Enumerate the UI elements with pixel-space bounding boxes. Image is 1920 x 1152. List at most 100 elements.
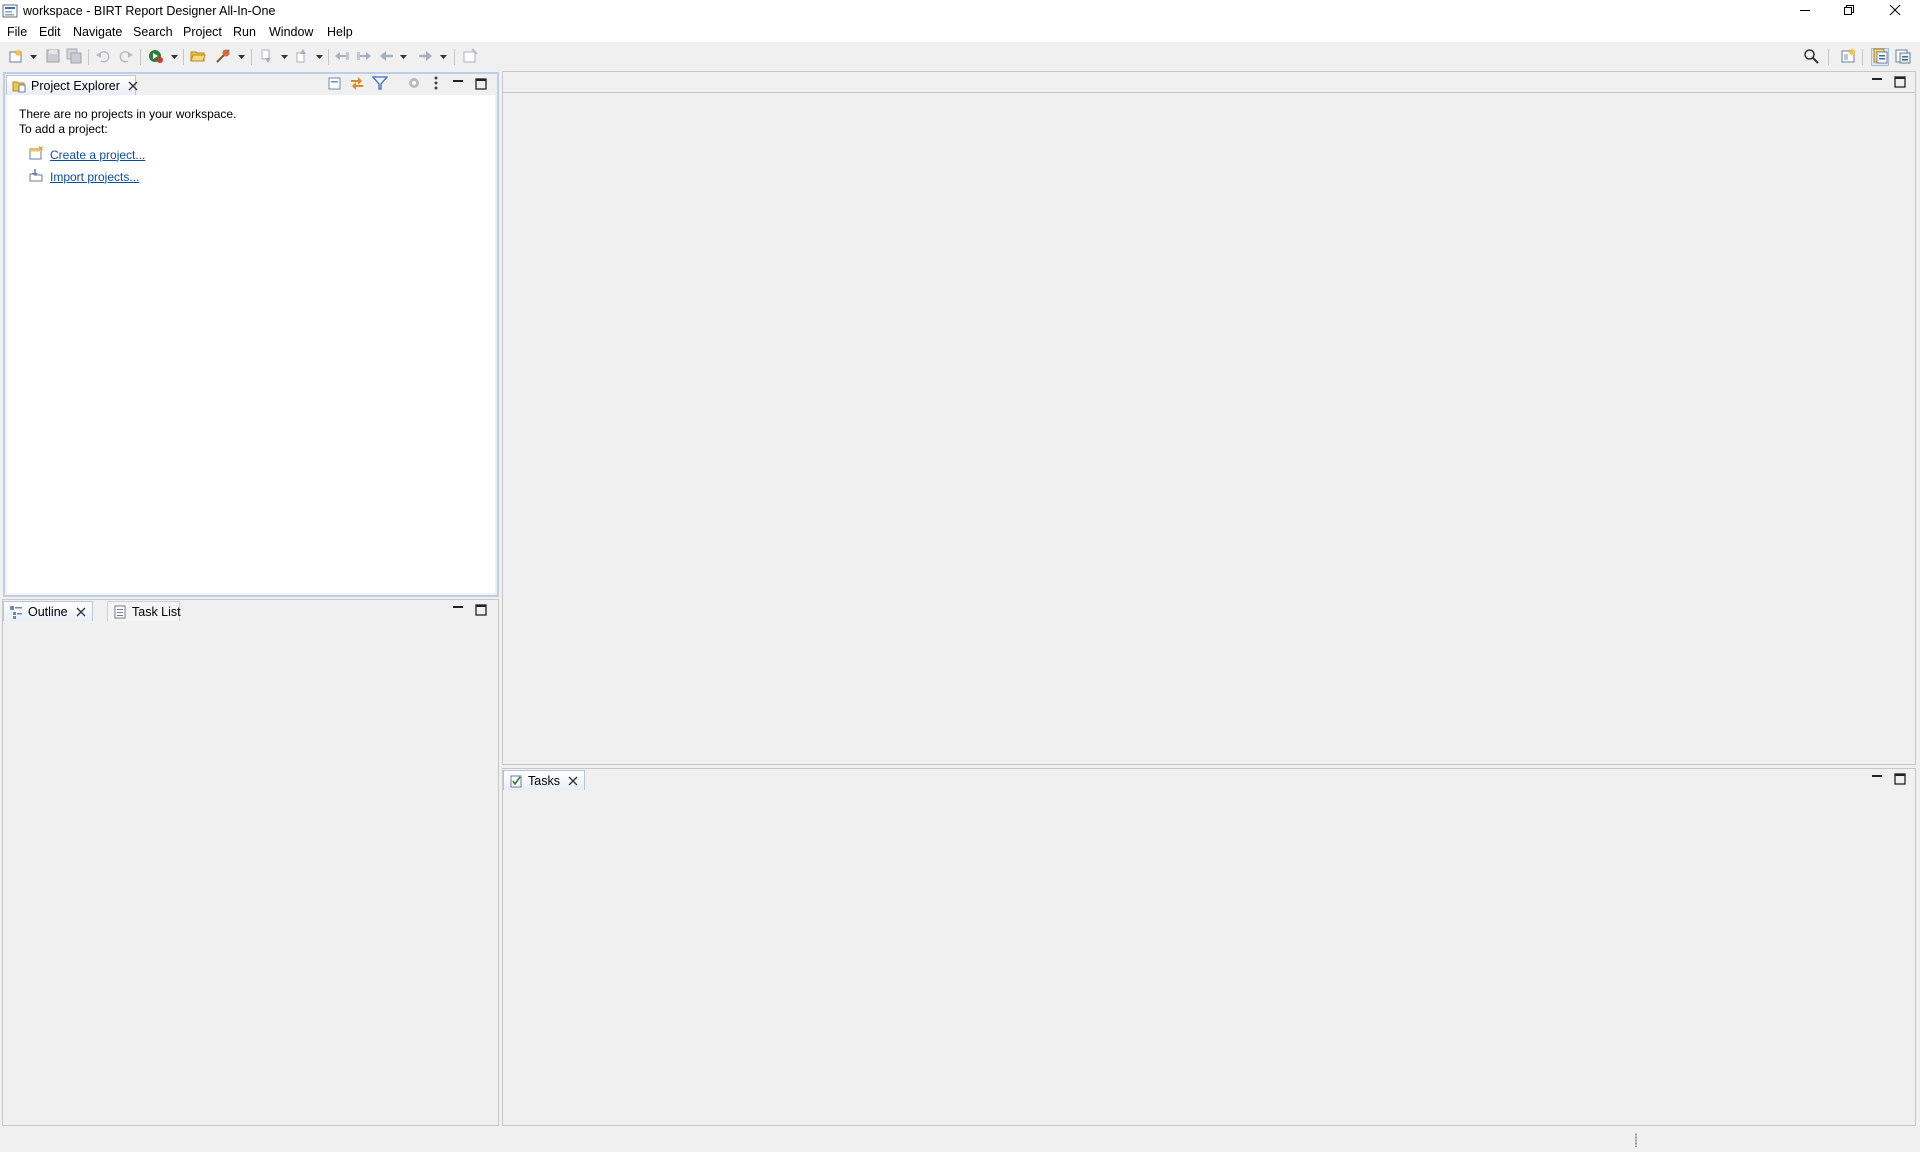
status-bar-grip[interactable] <box>1635 1133 1637 1147</box>
previous-annotation-button[interactable] <box>293 48 311 66</box>
filter-icon <box>371 75 389 94</box>
close-window-button[interactable] <box>1872 0 1918 22</box>
resource-perspective-button[interactable] <box>1894 48 1912 66</box>
new-dropdown-icon[interactable] <box>30 55 37 60</box>
back-dropdown-icon[interactable] <box>400 55 407 60</box>
new-project-icon <box>29 145 50 163</box>
tab-tasks[interactable]: Tasks <box>503 770 585 790</box>
redo-icon <box>118 48 134 67</box>
redo-button[interactable] <box>117 48 135 66</box>
menu-run[interactable]: Run <box>233 25 256 39</box>
collapse-all-button[interactable] <box>326 75 344 93</box>
forward-icon <box>417 48 433 67</box>
create-project-row: Create a project... <box>29 145 145 163</box>
next-annotation-button[interactable] <box>258 48 276 66</box>
tab-task-list[interactable]: Task List <box>107 601 181 621</box>
undo-button[interactable] <box>94 48 112 66</box>
project-explorer-header: Project Explorer <box>5 74 497 95</box>
menu-search[interactable]: Search <box>133 25 173 39</box>
tab-outline[interactable]: Outline <box>3 601 93 621</box>
maximize-view-button[interactable] <box>474 77 488 91</box>
task-list-icon <box>113 605 127 619</box>
minimize-view-button[interactable] <box>451 603 465 617</box>
next-annotation-icon <box>259 48 275 67</box>
last-edit-forward-button[interactable] <box>355 48 373 66</box>
tab-task-list-label: Task List <box>132 604 181 619</box>
menu-navigate[interactable]: Navigate <box>73 25 122 39</box>
minimize-view-button[interactable] <box>1870 772 1884 786</box>
menu-window[interactable]: Window <box>269 25 313 39</box>
new-button[interactable] <box>7 48 25 66</box>
focus-icon <box>406 75 422 94</box>
forward-button[interactable] <box>416 48 434 66</box>
tab-tasks-label: Tasks <box>528 773 560 788</box>
open-perspective-button[interactable] <box>1840 47 1858 67</box>
last-edit-location-button[interactable] <box>333 48 351 66</box>
window-title: workspace - BIRT Report Designer All-In-… <box>23 4 276 18</box>
search-button[interactable] <box>1802 48 1820 66</box>
close-icon[interactable] <box>75 606 87 618</box>
filter-button[interactable] <box>371 75 389 93</box>
save-icon <box>45 48 61 67</box>
project-explorer-icon <box>12 79 26 93</box>
minimize-icon <box>1870 775 1884 789</box>
maximize-view-button[interactable] <box>1893 772 1907 786</box>
minimize-icon <box>1870 78 1884 92</box>
last-edit-forward-icon <box>356 48 372 67</box>
menu-edit[interactable]: Edit <box>39 25 61 39</box>
back-icon <box>379 48 395 67</box>
next-annotation-dropdown-icon[interactable] <box>281 55 288 60</box>
restore-icon <box>1843 4 1855 19</box>
focus-button[interactable] <box>405 75 423 93</box>
external-tools-icon <box>215 48 231 67</box>
run-dropdown-icon[interactable] <box>171 55 178 60</box>
birt-app-icon <box>2 3 18 19</box>
collapse-all-icon <box>327 75 343 94</box>
previous-annotation-icon <box>294 48 310 67</box>
pin-editor-button[interactable] <box>461 47 479 67</box>
close-icon[interactable] <box>127 80 139 92</box>
maximize-view-button[interactable] <box>474 603 488 617</box>
outline-view: Outline Task List <box>2 599 499 1126</box>
minimize-icon <box>451 606 465 620</box>
minimize-view-button[interactable] <box>451 77 465 91</box>
pin-editor-icon <box>462 47 478 67</box>
maximize-icon <box>1893 773 1907 789</box>
import-projects-link[interactable]: Import projects... <box>50 170 139 184</box>
project-explorer-content: There are no projects in your workspace.… <box>7 95 495 593</box>
tab-project-explorer-label: Project Explorer <box>31 78 120 93</box>
save-all-button[interactable] <box>65 48 83 66</box>
close-icon <box>1889 4 1901 19</box>
menu-file[interactable]: File <box>7 25 27 39</box>
minimize-editor-button[interactable] <box>1870 75 1884 89</box>
open-perspective-icon <box>1841 47 1857 67</box>
view-menu-button[interactable] <box>427 75 445 93</box>
undo-icon <box>95 48 111 67</box>
open-file-button[interactable] <box>189 48 207 66</box>
forward-dropdown-icon[interactable] <box>440 55 447 60</box>
maximize-editor-button[interactable] <box>1893 75 1907 89</box>
restore-button[interactable] <box>1826 0 1872 22</box>
menu-project[interactable]: Project <box>183 25 222 39</box>
outline-content <box>5 621 496 1123</box>
outline-icon <box>9 605 23 619</box>
maximize-icon <box>474 604 488 620</box>
minimize-button[interactable] <box>1782 0 1828 22</box>
editor-area-header <box>503 72 1915 93</box>
close-icon[interactable] <box>567 775 579 787</box>
tab-project-explorer[interactable]: Project Explorer <box>6 75 139 95</box>
menu-help[interactable]: Help <box>327 25 353 39</box>
previous-annotation-dropdown-icon[interactable] <box>316 55 323 60</box>
external-tools-button[interactable] <box>214 48 232 66</box>
report-design-perspective-button[interactable] <box>1871 48 1889 66</box>
create-project-link[interactable]: Create a project... <box>50 148 145 162</box>
link-with-editor-icon <box>349 75 365 94</box>
back-button[interactable] <box>378 48 396 66</box>
import-projects-row: Import projects... <box>29 168 139 185</box>
save-button[interactable] <box>44 48 62 66</box>
title-bar: workspace - BIRT Report Designer All-In-… <box>0 0 1920 22</box>
open-file-icon <box>190 48 206 67</box>
run-button[interactable] <box>147 48 165 66</box>
external-tools-dropdown-icon[interactable] <box>238 55 245 60</box>
link-with-editor-button[interactable] <box>348 75 366 93</box>
